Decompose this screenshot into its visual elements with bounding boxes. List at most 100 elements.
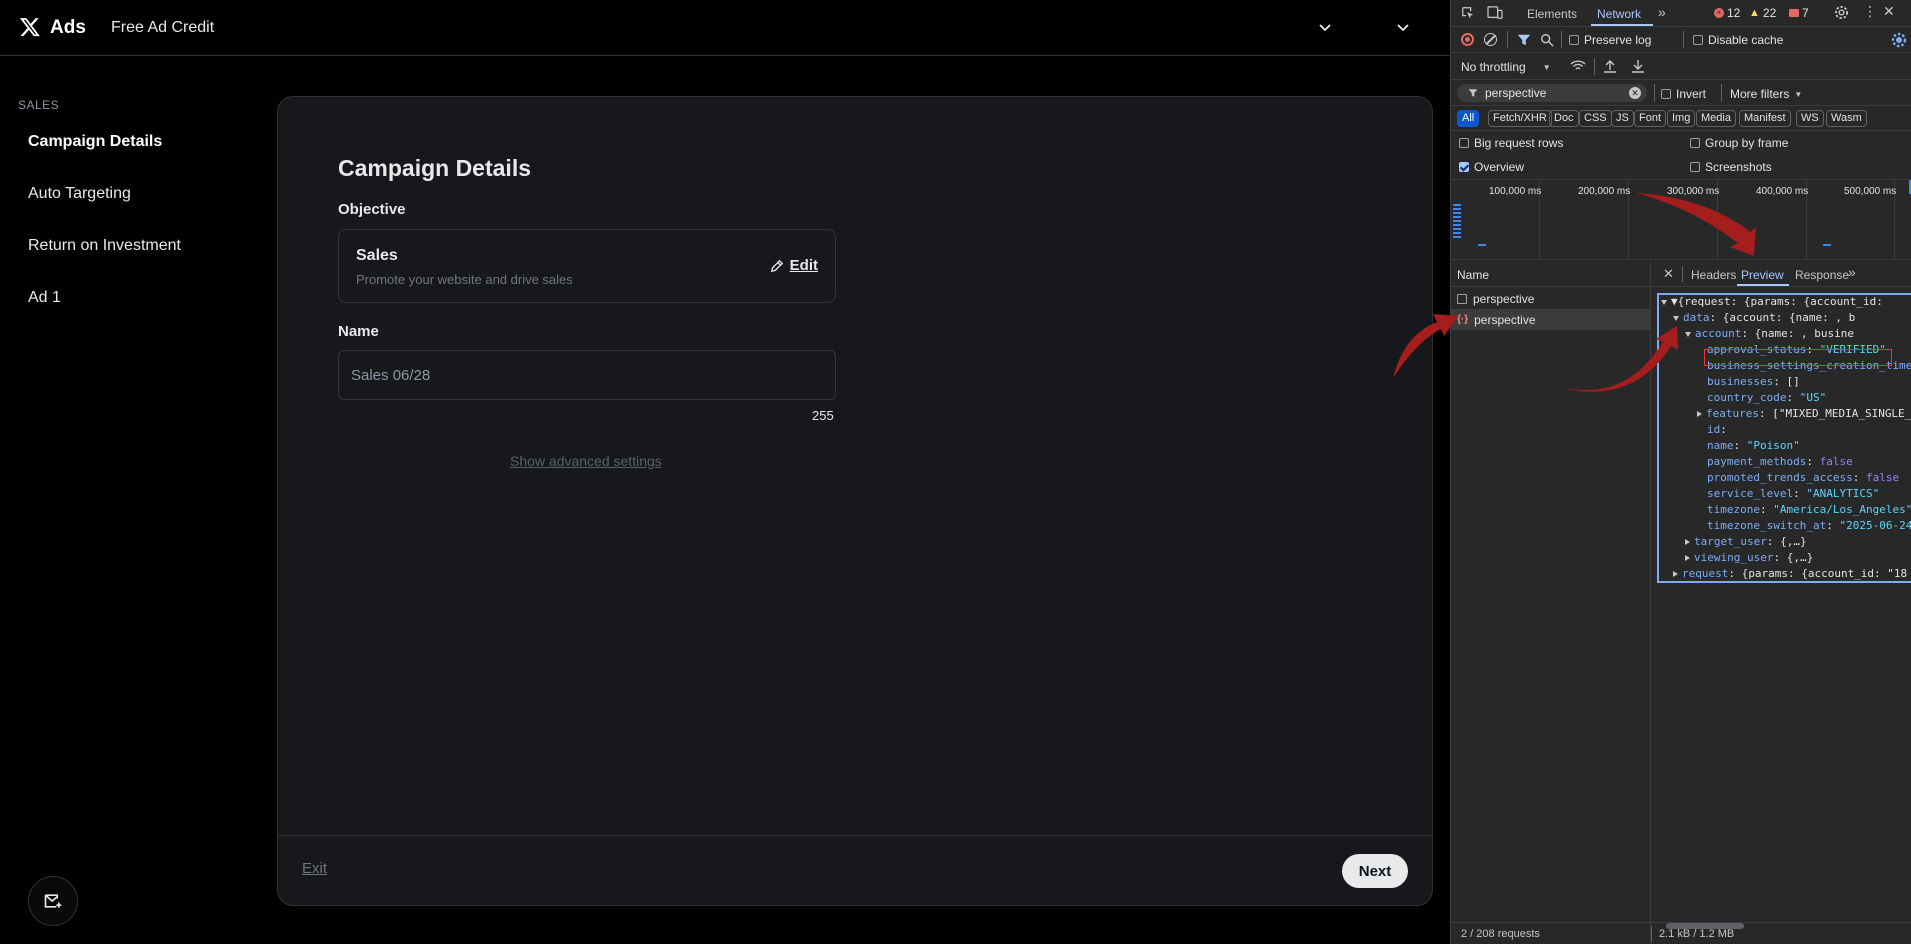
show-advanced-settings-link[interactable]: Show advanced settings xyxy=(510,453,662,469)
json-line[interactable]: timezone_switch_at: "2025-06-24 xyxy=(1707,518,1911,534)
sidebar-item-auto-targeting[interactable]: Auto Targeting xyxy=(28,185,131,203)
tab-response[interactable]: Response xyxy=(1795,268,1849,282)
request-row[interactable]: perspective xyxy=(1451,288,1651,309)
collapsed-arrow-icon[interactable] xyxy=(1685,539,1690,545)
chip-media[interactable]: Media xyxy=(1696,110,1736,127)
json-line[interactable]: request: {params: {account_id: "18 xyxy=(1673,566,1907,581)
json-line[interactable]: id: xyxy=(1707,422,1727,438)
sidebar-item-campaign-details[interactable]: Campaign Details xyxy=(28,133,162,151)
json-line[interactable]: service_level: "ANALYTICS" xyxy=(1707,486,1879,502)
json-preview[interactable]: ▼{request: {params: {account_id: data: {… xyxy=(1657,293,1911,583)
json-line[interactable]: payment_methods: false xyxy=(1707,454,1853,470)
screenshots-checkbox[interactable]: Screenshots xyxy=(1690,160,1772,174)
clear-filter-icon[interactable]: ✕ xyxy=(1629,87,1641,99)
json-line[interactable]: data: {account: {name: , b xyxy=(1673,310,1855,326)
brand-title[interactable]: Ads xyxy=(50,17,86,39)
json-line[interactable]: timezone: "America/Los_Angeles" xyxy=(1707,502,1911,518)
close-devtools-icon[interactable]: ✕ xyxy=(1883,3,1895,20)
tab-headers[interactable]: Headers xyxy=(1691,268,1736,282)
top-bar: Ads Free Ad Credit xyxy=(0,0,1450,56)
throttling-select[interactable]: No throttling ▼ xyxy=(1461,60,1551,74)
json-line[interactable]: country_code: "US" xyxy=(1707,390,1826,406)
disable-cache-checkbox[interactable]: Disable cache xyxy=(1693,33,1783,47)
x-logo-icon[interactable] xyxy=(19,15,41,39)
tab-network[interactable]: Network xyxy=(1597,7,1641,21)
more-filters-dropdown[interactable]: More filters ▼ xyxy=(1730,87,1802,101)
sidebar-item-ad-1[interactable]: Ad 1 xyxy=(28,289,61,307)
expand-arrow-icon[interactable] xyxy=(1661,299,1667,305)
horizontal-scrollbar[interactable] xyxy=(1652,922,1911,930)
more-tabs-icon[interactable]: » xyxy=(1658,4,1666,20)
expand-arrow-icon[interactable] xyxy=(1685,331,1691,337)
checkbox-checked-icon xyxy=(1459,162,1469,172)
settings-gear-icon[interactable] xyxy=(1834,5,1849,20)
clear-icon[interactable] xyxy=(1484,33,1497,46)
search-icon[interactable] xyxy=(1540,33,1554,47)
tab-preview[interactable]: Preview xyxy=(1741,268,1784,282)
chip-img[interactable]: Img xyxy=(1667,110,1696,127)
json-line[interactable]: businesses: [] xyxy=(1707,374,1800,390)
filter-input[interactable]: perspective ✕ xyxy=(1457,84,1647,102)
issues-icon xyxy=(1789,9,1799,17)
chip-font[interactable]: Font xyxy=(1634,110,1667,127)
character-count: 255 xyxy=(812,408,834,423)
filter-icon[interactable] xyxy=(1517,33,1531,47)
chip-ws[interactable]: WS xyxy=(1796,110,1824,127)
device-toolbar-icon[interactable] xyxy=(1487,6,1503,20)
json-line[interactable]: target_user: {,…} xyxy=(1685,534,1807,550)
exit-button[interactable]: Exit xyxy=(302,860,327,877)
group-by-frame-checkbox[interactable]: Group by frame xyxy=(1690,136,1788,150)
dropdown-arrow-icon: ▼ xyxy=(1794,89,1803,99)
network-overview-timeline[interactable]: 100,000 ms 200,000 ms 300,000 ms 400,000… xyxy=(1451,180,1911,260)
record-icon[interactable] xyxy=(1461,33,1474,46)
issues-badge[interactable]: 7 xyxy=(1789,6,1809,20)
chip-doc[interactable]: Doc xyxy=(1549,110,1579,127)
json-line[interactable]: account: {name: , busine xyxy=(1685,326,1854,342)
wifi-icon[interactable] xyxy=(1570,59,1586,73)
more-detail-tabs-icon[interactable]: » xyxy=(1848,264,1856,280)
json-line[interactable]: viewing_user: {,…} xyxy=(1685,550,1813,566)
overview-checkbox[interactable]: Overview xyxy=(1459,160,1524,174)
chip-js[interactable]: JS xyxy=(1611,110,1634,127)
objective-description: Promote your website and drive sales xyxy=(356,272,573,287)
json-line[interactable]: name: "Poison" xyxy=(1707,438,1800,454)
more-options-icon[interactable]: ⋮ xyxy=(1863,3,1877,20)
chip-manifest[interactable]: Manifest xyxy=(1739,110,1791,127)
chevron-down-icon[interactable] xyxy=(1317,19,1333,35)
network-settings-gear-icon[interactable] xyxy=(1891,32,1907,48)
export-har-icon[interactable] xyxy=(1631,59,1645,73)
error-badge[interactable]: × 12 xyxy=(1714,6,1740,20)
tab-elements[interactable]: Elements xyxy=(1527,7,1577,21)
collapsed-arrow-icon[interactable] xyxy=(1685,555,1690,561)
warning-badge[interactable]: ▲ 22 xyxy=(1749,6,1776,20)
campaign-name-input[interactable] xyxy=(338,350,836,400)
chip-css[interactable]: CSS xyxy=(1579,110,1612,127)
timeline-tick-label: 400,000 ms xyxy=(1756,186,1809,197)
edit-objective-button[interactable]: Edit xyxy=(770,257,818,274)
chip-wasm[interactable]: Wasm xyxy=(1826,110,1867,127)
close-detail-icon[interactable]: ✕ xyxy=(1663,266,1674,282)
json-line[interactable]: ▼{request: {params: {account_id: xyxy=(1661,295,1883,310)
json-line[interactable]: promoted_trends_access: false xyxy=(1707,470,1899,486)
collapsed-arrow-icon[interactable] xyxy=(1673,571,1678,577)
import-har-icon[interactable] xyxy=(1603,59,1617,73)
chip-all[interactable]: All xyxy=(1457,110,1480,127)
next-button[interactable]: Next xyxy=(1342,854,1408,888)
inspect-icon[interactable] xyxy=(1461,6,1475,20)
free-ad-credit-link[interactable]: Free Ad Credit xyxy=(111,19,214,37)
big-request-rows-checkbox[interactable]: Big request rows xyxy=(1459,136,1563,150)
preserve-log-checkbox[interactable]: Preserve log xyxy=(1569,33,1651,47)
expand-arrow-icon[interactable] xyxy=(1673,315,1679,321)
timeline-tick-label: 100,000 ms xyxy=(1489,186,1542,197)
chip-fetch-xhr[interactable]: Fetch/XHR xyxy=(1488,110,1552,127)
sidebar: SALES Campaign Details Auto Targeting Re… xyxy=(0,56,270,944)
invert-checkbox[interactable]: Invert xyxy=(1661,87,1706,101)
json-line[interactable]: features: ["MIXED_MEDIA_SINGLE_ xyxy=(1697,406,1911,422)
collapsed-arrow-icon[interactable] xyxy=(1697,411,1702,417)
disable-cache-label: Disable cache xyxy=(1708,33,1784,47)
sidebar-item-return-on-investment[interactable]: Return on Investment xyxy=(28,237,181,255)
name-column-header[interactable]: Name xyxy=(1451,261,1651,287)
request-row-selected[interactable]: {·} perspective xyxy=(1451,309,1651,330)
chevron-down-icon[interactable] xyxy=(1395,19,1411,35)
messages-button[interactable] xyxy=(28,876,78,926)
